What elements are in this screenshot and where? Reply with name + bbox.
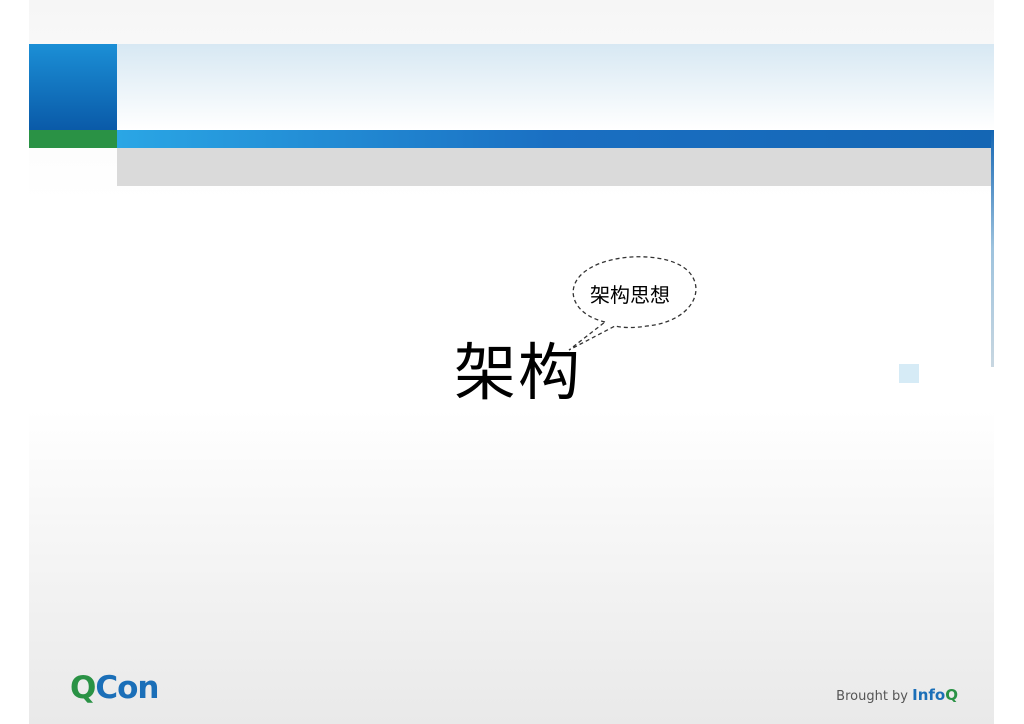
slide-title: 架构 xyxy=(454,336,583,409)
qcon-logo-q: Q xyxy=(70,670,96,706)
header-gray-bar xyxy=(117,148,994,186)
qcon-logo: QCon xyxy=(70,670,159,706)
brought-by-text: Brought by xyxy=(836,689,908,704)
infoq-logo-info: Info xyxy=(912,686,946,704)
header-gradient-band xyxy=(117,44,994,130)
decorative-square xyxy=(899,364,919,383)
slide: 架构思想 架构 QCon Brought by InfoQ xyxy=(29,0,994,724)
header-blue-bar xyxy=(117,130,994,148)
right-edge-line xyxy=(991,130,994,367)
header-blue-block xyxy=(29,44,117,130)
infoq-logo-q: Q xyxy=(945,686,958,704)
bubble-text: 架构思想 xyxy=(590,283,670,307)
infoq-logo: InfoQ xyxy=(912,686,958,704)
header-green-block xyxy=(29,130,117,148)
brought-by-infoq: Brought by InfoQ xyxy=(836,686,958,704)
qcon-logo-con: Con xyxy=(95,670,159,706)
